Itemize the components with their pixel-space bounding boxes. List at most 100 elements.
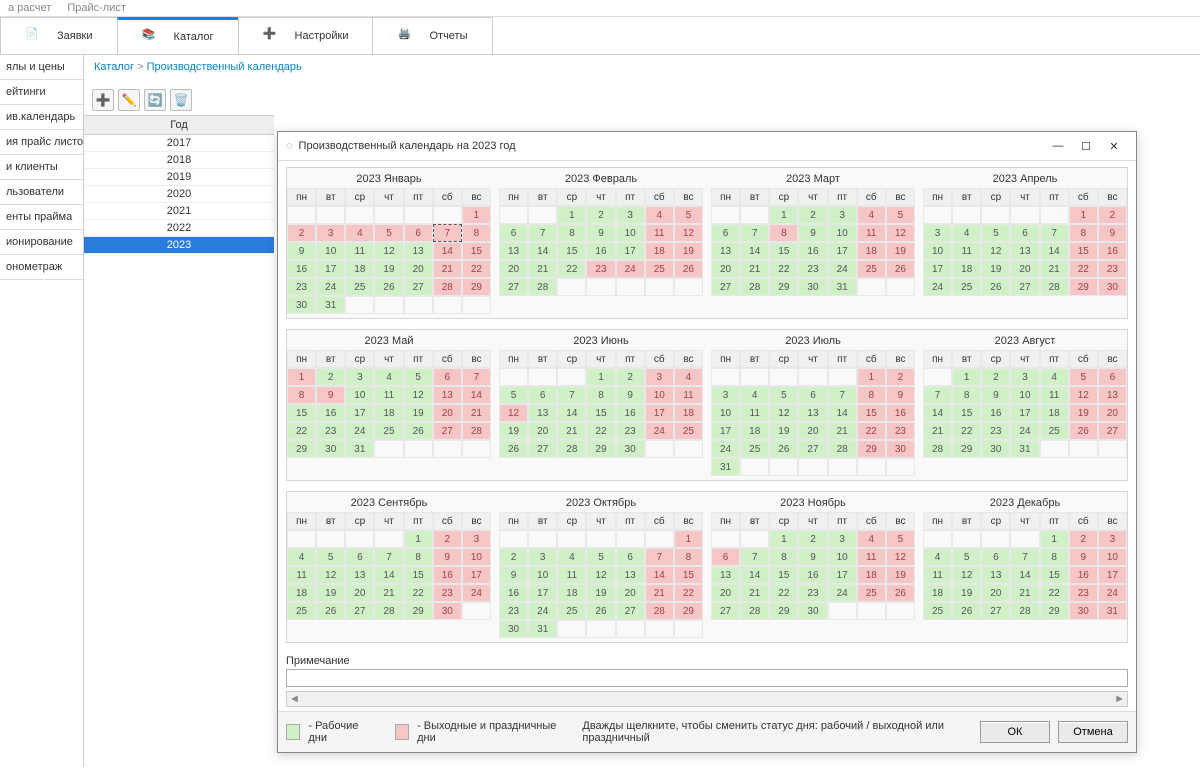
day-cell[interactable]: 12 — [374, 242, 403, 260]
day-cell[interactable]: 19 — [769, 422, 798, 440]
day-cell[interactable]: 10 — [711, 404, 740, 422]
day-cell[interactable]: 19 — [499, 422, 528, 440]
day-cell[interactable]: 30 — [287, 296, 316, 314]
day-cell[interactable]: 31 — [1098, 602, 1127, 620]
day-cell[interactable]: 20 — [711, 584, 740, 602]
day-cell[interactable]: 12 — [1069, 386, 1098, 404]
day-cell[interactable]: 5 — [1069, 368, 1098, 386]
day-cell[interactable]: 27 — [345, 602, 374, 620]
day-cell[interactable]: 28 — [433, 278, 462, 296]
day-cell[interactable]: 21 — [740, 260, 769, 278]
day-cell[interactable]: 23 — [586, 260, 615, 278]
day-cell[interactable]: 14 — [923, 404, 952, 422]
toolbar-button[interactable]: ✏️ — [118, 89, 140, 111]
day-cell[interactable]: 13 — [528, 404, 557, 422]
day-cell[interactable]: 30 — [981, 440, 1010, 458]
year-row[interactable]: 2020 — [84, 186, 274, 203]
day-cell[interactable]: 14 — [645, 566, 674, 584]
day-cell[interactable]: 30 — [499, 620, 528, 638]
day-cell[interactable]: 27 — [1010, 278, 1039, 296]
day-cell[interactable]: 6 — [1010, 224, 1039, 242]
day-cell[interactable]: 31 — [828, 278, 857, 296]
day-cell[interactable]: 23 — [1069, 584, 1098, 602]
day-cell[interactable]: 12 — [674, 224, 703, 242]
day-cell[interactable]: 10 — [528, 566, 557, 584]
day-cell[interactable]: 26 — [586, 602, 615, 620]
day-cell[interactable]: 6 — [798, 386, 827, 404]
day-cell[interactable]: 17 — [828, 566, 857, 584]
menu-item[interactable]: а расчет — [8, 2, 51, 14]
cancel-button[interactable]: Отмена — [1058, 721, 1128, 743]
day-cell[interactable]: 18 — [857, 566, 886, 584]
day-cell[interactable]: 29 — [769, 278, 798, 296]
day-cell[interactable]: 5 — [316, 548, 345, 566]
day-cell[interactable]: 27 — [433, 422, 462, 440]
maximize-icon[interactable]: ☐ — [1072, 136, 1100, 156]
day-cell[interactable]: 10 — [345, 386, 374, 404]
day-cell[interactable]: 26 — [981, 278, 1010, 296]
day-cell[interactable]: 25 — [952, 278, 981, 296]
day-cell[interactable]: 4 — [557, 548, 586, 566]
sidebar-item[interactable]: ив.календарь — [0, 105, 83, 130]
day-cell[interactable]: 24 — [923, 278, 952, 296]
day-cell[interactable]: 26 — [316, 602, 345, 620]
day-cell[interactable]: 12 — [404, 386, 433, 404]
day-cell[interactable]: 20 — [1010, 260, 1039, 278]
day-cell[interactable]: 20 — [1098, 404, 1127, 422]
day-cell[interactable]: 7 — [433, 224, 462, 242]
day-cell[interactable]: 31 — [711, 458, 740, 476]
day-cell[interactable]: 11 — [287, 566, 316, 584]
day-cell[interactable]: 5 — [374, 224, 403, 242]
day-cell[interactable]: 2 — [798, 206, 827, 224]
day-cell[interactable]: 2 — [433, 530, 462, 548]
day-cell[interactable]: 17 — [345, 404, 374, 422]
day-cell[interactable]: 19 — [374, 260, 403, 278]
day-cell[interactable]: 26 — [769, 440, 798, 458]
day-cell[interactable]: 5 — [674, 206, 703, 224]
day-cell[interactable]: 11 — [857, 224, 886, 242]
day-cell[interactable]: 4 — [923, 548, 952, 566]
day-cell[interactable]: 18 — [923, 584, 952, 602]
day-cell[interactable]: 1 — [287, 368, 316, 386]
day-cell[interactable]: 1 — [404, 530, 433, 548]
day-cell[interactable]: 23 — [287, 278, 316, 296]
day-cell[interactable]: 4 — [345, 224, 374, 242]
day-cell[interactable]: 11 — [1040, 386, 1069, 404]
day-cell[interactable]: 4 — [645, 206, 674, 224]
tab-Отчеты[interactable]: 🖨️Отчеты — [372, 17, 492, 54]
day-cell[interactable]: 20 — [404, 260, 433, 278]
day-cell[interactable]: 22 — [857, 422, 886, 440]
day-cell[interactable]: 7 — [1040, 224, 1069, 242]
day-cell[interactable]: 9 — [798, 224, 827, 242]
day-cell[interactable]: 6 — [499, 224, 528, 242]
day-cell[interactable]: 17 — [1010, 404, 1039, 422]
sidebar-item[interactable]: ия прайс листов — [0, 130, 83, 155]
sidebar-item[interactable]: ялы и цены — [0, 55, 83, 80]
year-row[interactable]: 2021 — [84, 203, 274, 220]
day-cell[interactable]: 28 — [740, 602, 769, 620]
day-cell[interactable]: 12 — [886, 224, 915, 242]
day-cell[interactable]: 7 — [740, 224, 769, 242]
day-cell[interactable]: 20 — [711, 260, 740, 278]
sidebar-item[interactable]: ейтинги — [0, 80, 83, 105]
day-cell[interactable]: 4 — [857, 530, 886, 548]
day-cell[interactable]: 7 — [462, 368, 491, 386]
day-cell[interactable]: 6 — [404, 224, 433, 242]
day-cell[interactable]: 16 — [316, 404, 345, 422]
day-cell[interactable]: 17 — [462, 566, 491, 584]
day-cell[interactable]: 23 — [433, 584, 462, 602]
day-cell[interactable]: 22 — [769, 260, 798, 278]
day-cell[interactable]: 11 — [345, 242, 374, 260]
day-cell[interactable]: 11 — [923, 566, 952, 584]
day-cell[interactable]: 9 — [316, 386, 345, 404]
day-cell[interactable]: 16 — [499, 584, 528, 602]
sidebar-item[interactable]: и клиенты — [0, 155, 83, 180]
day-cell[interactable]: 16 — [886, 404, 915, 422]
day-cell[interactable]: 10 — [616, 224, 645, 242]
day-cell[interactable]: 1 — [462, 206, 491, 224]
day-cell[interactable]: 27 — [1098, 422, 1127, 440]
day-cell[interactable]: 13 — [616, 566, 645, 584]
day-cell[interactable]: 11 — [952, 242, 981, 260]
day-cell[interactable]: 19 — [674, 242, 703, 260]
day-cell[interactable]: 23 — [316, 422, 345, 440]
